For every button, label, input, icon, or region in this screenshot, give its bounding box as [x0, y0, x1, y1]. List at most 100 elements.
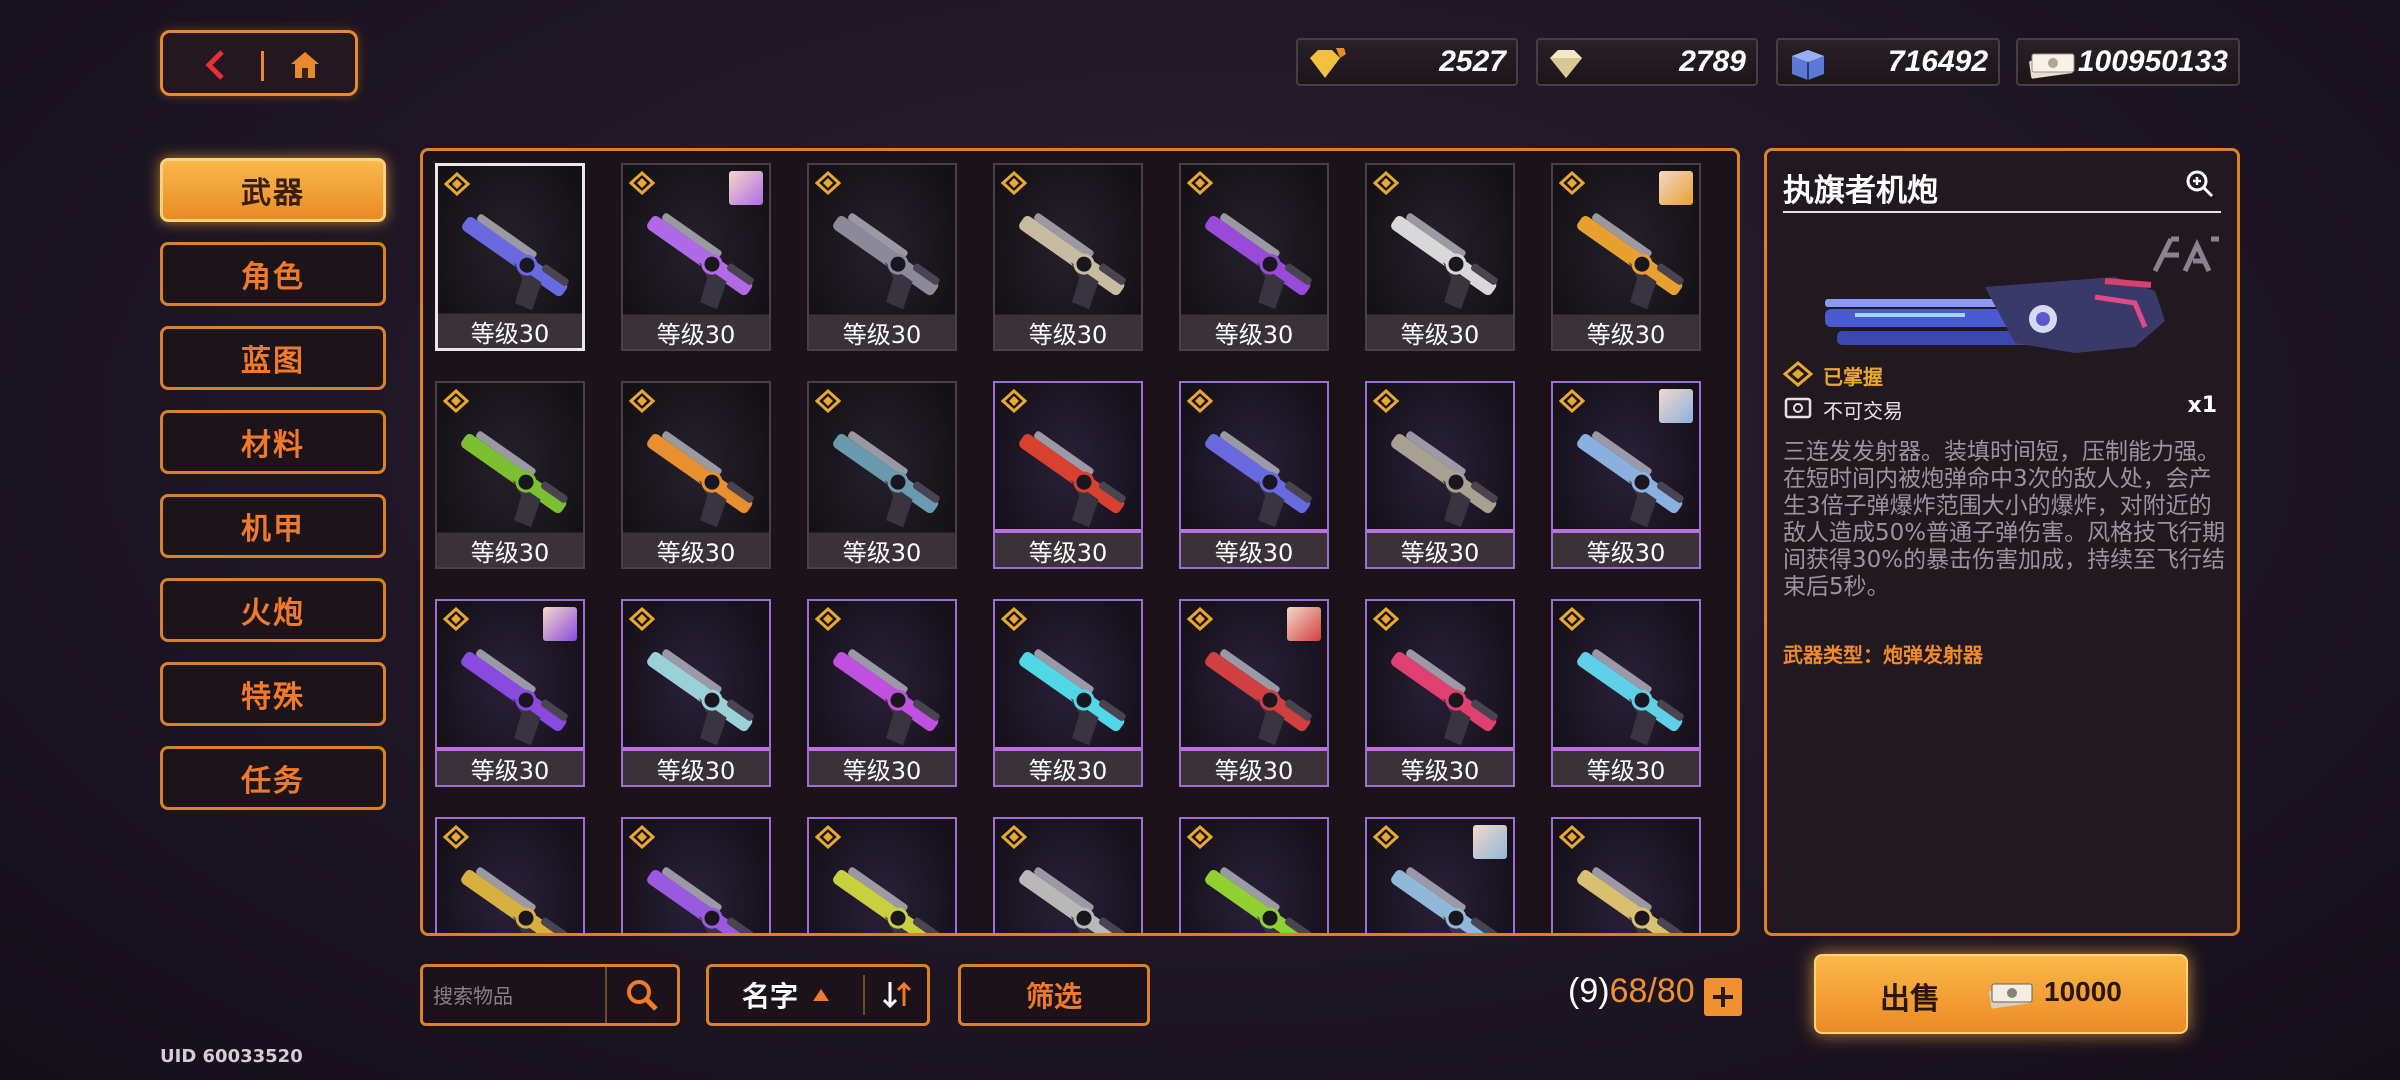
weapon-card[interactable]: 等级30	[807, 163, 957, 351]
weapon-card[interactable]	[1179, 817, 1329, 933]
weapon-level: 等级30	[809, 532, 955, 567]
sell-price: 10000	[2044, 976, 2122, 1007]
weapon-card[interactable]: 等级30	[621, 163, 771, 351]
mastered-icon	[1001, 825, 1027, 849]
weapon-image	[461, 649, 568, 746]
weapon-card[interactable]: 等级30	[1179, 599, 1329, 787]
weapon-level: 等级30	[995, 529, 1141, 567]
weapon-card[interactable]	[993, 817, 1143, 933]
weapon-image	[833, 213, 940, 310]
mastered-icon	[1783, 361, 1813, 387]
expand-capacity-button[interactable]	[1704, 978, 1742, 1016]
weapon-card[interactable]: 等级30	[1179, 381, 1329, 569]
sort-control: 名字	[706, 964, 930, 1026]
weapon-card[interactable]: 等级30	[435, 599, 585, 787]
arrow-up-icon	[813, 989, 829, 1001]
weapon-card[interactable]	[1551, 817, 1701, 933]
weapon-card[interactable]: 等级30	[993, 381, 1143, 569]
mastered-icon	[1187, 607, 1213, 631]
weapon-card[interactable]: 等级30	[993, 599, 1143, 787]
weapon-card[interactable]: 等级30	[621, 381, 771, 569]
zoom-in-icon[interactable]	[2185, 169, 2215, 199]
weapon-image	[1205, 867, 1312, 933]
sidebar-item[interactable]: 任务	[160, 746, 386, 810]
weapon-image	[1577, 867, 1684, 933]
diamond-gem-icon	[1550, 50, 1582, 78]
mastered-icon	[1373, 607, 1399, 631]
mastered-icon	[1373, 389, 1399, 413]
weapon-card[interactable]: 等级30	[993, 163, 1143, 351]
weapon-level: 等级30	[1367, 314, 1513, 349]
mastered-icon	[629, 171, 655, 195]
weapon-level: 等级30	[623, 314, 769, 349]
item-quantity: x1	[2187, 393, 2218, 418]
item-description: 三连发发射器。装填时间短，压制能力强。在短时间内被炮弹命中3次的敌人处，会产生3…	[1783, 439, 2226, 600]
currency-value: 2789	[1679, 45, 1746, 78]
sell-button[interactable]: 出售 10000	[1814, 954, 2188, 1034]
home-button[interactable]	[279, 42, 331, 88]
weapon-card[interactable]: 等级30	[621, 599, 771, 787]
sidebar-item[interactable]: 材料	[160, 410, 386, 474]
mastered-icon	[815, 607, 841, 631]
weapon-image	[1391, 649, 1498, 746]
gold-diamond-gem-icon	[1310, 48, 1346, 78]
weapon-card[interactable]	[1365, 817, 1515, 933]
weapon-level: 等级30	[623, 747, 769, 785]
weapon-card[interactable]: 等级30	[435, 381, 585, 569]
mastered-icon	[1559, 607, 1585, 631]
weapon-level: 等级30	[1553, 314, 1699, 349]
currency-gold-diamond: 2527	[1296, 38, 1518, 86]
sidebar-item[interactable]: 火炮	[160, 578, 386, 642]
weapon-card[interactable]: 等级30	[1365, 599, 1515, 787]
mastered-icon	[443, 607, 469, 631]
weapon-card[interactable]	[807, 817, 957, 933]
weapon-card[interactable]: 等级30	[1365, 163, 1515, 351]
mastered-status: 已掌握	[1823, 365, 1883, 389]
weapon-level: 等级30	[995, 314, 1141, 349]
inventory-capacity: (9)68/80	[1568, 972, 1695, 1011]
weapon-card[interactable]: 等级30	[435, 163, 585, 351]
weapon-card[interactable]: 等级30	[1551, 163, 1701, 351]
weapon-image	[833, 867, 940, 933]
mastered-icon	[1559, 389, 1585, 413]
weapon-card[interactable]	[621, 817, 771, 933]
blue-crate-icon	[1792, 50, 1824, 80]
plus-icon	[1713, 987, 1733, 1007]
sort-field-button[interactable]: 名字	[709, 967, 863, 1023]
weapon-image	[1391, 213, 1498, 310]
sell-label: 出售	[1880, 982, 1940, 1017]
capacity-count: 68/80	[1609, 972, 1695, 1010]
weapon-card[interactable]	[435, 817, 585, 933]
chevron-left-icon	[205, 50, 224, 80]
back-button[interactable]	[191, 42, 243, 88]
sort-order-icon	[882, 981, 912, 1009]
weapon-image	[462, 214, 569, 311]
weapon-level: 等级30	[438, 313, 582, 348]
weapon-image	[1205, 649, 1312, 746]
sort-order-button[interactable]	[867, 967, 927, 1023]
weapon-card[interactable]: 等级30	[1551, 381, 1701, 569]
weapon-card[interactable]: 等级30	[1179, 163, 1329, 351]
sidebar-item[interactable]: 武器	[160, 158, 386, 222]
weapon-card[interactable]: 等级30	[1365, 381, 1515, 569]
currency-diamond: 2789	[1536, 38, 1758, 86]
sidebar-item[interactable]: 特殊	[160, 662, 386, 726]
item-title: 执旗者机炮	[1783, 173, 1938, 209]
weapon-level: 等级30	[1367, 529, 1513, 567]
sidebar-item[interactable]: 蓝图	[160, 326, 386, 390]
sidebar-item[interactable]: 角色	[160, 242, 386, 306]
weapon-card[interactable]: 等级30	[807, 381, 957, 569]
currency-cash: 100950133	[2016, 38, 2240, 86]
search-input[interactable]	[431, 977, 615, 1015]
weapon-card[interactable]: 等级30	[1551, 599, 1701, 787]
search-button[interactable]	[605, 967, 677, 1023]
nav-divider	[261, 51, 264, 81]
weapon-level: 等级30	[1181, 747, 1327, 785]
weapon-card[interactable]: 等级30	[807, 599, 957, 787]
sidebar-item[interactable]: 机甲	[160, 494, 386, 558]
mastered-icon	[1559, 825, 1585, 849]
filter-button[interactable]: 筛选	[958, 964, 1150, 1026]
search-box	[420, 964, 680, 1026]
weapon-image	[833, 431, 940, 528]
weapon-image	[1577, 213, 1684, 310]
